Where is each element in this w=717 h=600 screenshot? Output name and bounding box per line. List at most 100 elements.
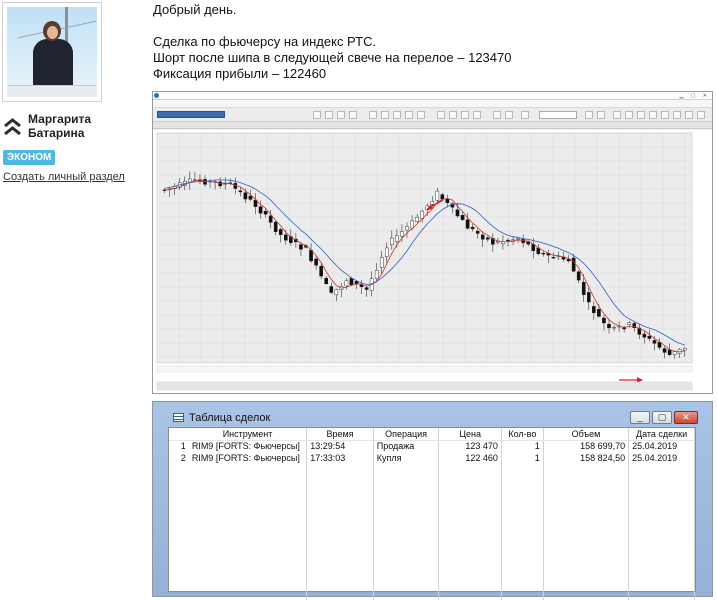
column-header-date[interactable]: Дата сделки: [628, 428, 695, 441]
chart-time-axis: [156, 381, 693, 391]
candle-body: [314, 258, 318, 266]
quik-tabs: [153, 122, 712, 129]
toolbar-button-icon: [417, 111, 425, 119]
candle-body: [440, 194, 445, 200]
toolbar-button-icon: [393, 111, 401, 119]
table-empty-space: [169, 464, 695, 600]
trades-window-titlebar[interactable]: Таблица сделок _ ▢ ✕: [158, 406, 707, 426]
candle-body: [435, 190, 440, 201]
post-line-2: Шорт после шипа в следующей свече на пер…: [153, 50, 512, 65]
toolbar-button-icon: [473, 111, 481, 119]
candle-body: [390, 237, 394, 245]
candle-body: [607, 323, 611, 329]
toolbar-button-icon: [613, 111, 621, 119]
column-header-volume[interactable]: Объем: [543, 428, 630, 441]
toolbar-button-icon: [461, 111, 469, 119]
candle-body: [218, 181, 222, 187]
toolbar-button-icon: [449, 111, 457, 119]
table-row[interactable]: 2 RIM9 [FORTS: Фьючерсы] 17:33:03 Купля …: [169, 452, 695, 464]
toolbar-button-icon: [685, 111, 693, 119]
candle-body: [647, 335, 652, 339]
candle-body: [248, 195, 253, 200]
candle-body: [571, 257, 576, 272]
cell-date: 25.04.2019: [628, 440, 695, 452]
quik-chart-screenshot[interactable]: ▁ ▢ ✕: [152, 91, 713, 394]
toolbar-button-icon: [325, 111, 333, 119]
toolbar-button-icon: [585, 111, 593, 119]
close-button[interactable]: ✕: [674, 411, 698, 424]
cell-time: 17:33:03: [306, 452, 374, 464]
column-header-qty[interactable]: Кол-во: [501, 428, 544, 441]
minimize-button[interactable]: _: [630, 411, 650, 424]
candle-body: [602, 317, 606, 324]
create-personal-section-link[interactable]: Создать личный раздел: [3, 171, 125, 183]
candle-body: [400, 231, 404, 237]
candle-body: [329, 286, 334, 293]
column-header-instrument[interactable]: Инструмент: [188, 428, 308, 441]
candle-body: [364, 287, 369, 290]
toolbar-button-icon: [661, 111, 669, 119]
toolbar-button-icon: [437, 111, 445, 119]
candle-body: [521, 239, 525, 244]
candle-body: [379, 257, 384, 268]
toolbar-button-icon: [313, 111, 321, 119]
candle-body: [299, 244, 303, 250]
trades-window[interactable]: Таблица сделок _ ▢ ✕ Инструмент Время Оп…: [152, 401, 713, 600]
column-header-price[interactable]: Цена: [438, 428, 502, 441]
column-header-num[interactable]: [169, 428, 189, 441]
price-chart[interactable]: [153, 130, 712, 393]
toolbar-button-icon: [493, 111, 501, 119]
candle-body: [642, 333, 647, 338]
toolbar-button-icon: [637, 111, 645, 119]
table-row[interactable]: 1 RIM9 [FORTS: Фьючерсы] 13:29:54 Продаж…: [169, 440, 695, 452]
rank-chevrons-icon: [4, 118, 21, 136]
candle-body: [597, 309, 601, 317]
candle-body: [344, 280, 349, 287]
cell-qty: 1: [501, 452, 544, 464]
candle-body: [541, 252, 546, 255]
cell-qty: 1: [501, 440, 544, 452]
quik-toolbar: [153, 108, 712, 122]
post-body: Добрый день. Сделка по фьючерсу на индек…: [153, 2, 511, 82]
candle-body: [410, 220, 414, 229]
cell-volume: 158 824,50: [543, 452, 630, 464]
author-avatar[interactable]: [7, 7, 97, 97]
column-header-operation[interactable]: Операция: [373, 428, 440, 441]
candle-body: [465, 219, 470, 229]
cell-operation: Купля: [373, 452, 440, 464]
cell-instrument: RIM9 [FORTS: Фьючерсы]: [188, 452, 308, 464]
candle-body: [480, 234, 485, 240]
quik-search-box: [539, 111, 577, 119]
candle-body: [652, 340, 657, 344]
toolbar-button-icon: [369, 111, 377, 119]
toolbar-button-icon: [405, 111, 413, 119]
cell-operation: Продажа: [373, 440, 440, 452]
cell-time: 13:29:54: [306, 440, 374, 452]
maximize-button[interactable]: ▢: [652, 411, 672, 424]
candle-body: [405, 226, 409, 231]
chart-plot-area: [156, 132, 693, 364]
column-header-time[interactable]: Время: [306, 428, 374, 441]
candle-body: [359, 284, 364, 287]
candle-body: [374, 270, 379, 279]
candle-body: [516, 238, 520, 240]
candle-body: [278, 229, 283, 235]
toolbar-button-icon: [349, 111, 357, 119]
trades-window-title: Таблица сделок: [189, 412, 271, 424]
author-avatar-frame[interactable]: [2, 2, 102, 102]
candle-body: [475, 230, 480, 234]
author-name[interactable]: Маргарита Батарина: [28, 112, 91, 140]
toolbar-button-icon: [505, 111, 513, 119]
table-icon: [173, 413, 184, 422]
candle-body: [263, 211, 268, 215]
candle-body: [223, 183, 227, 185]
toolbar-button-icon: [625, 111, 633, 119]
author-name-first: Маргарита: [28, 112, 92, 126]
candle-body: [662, 348, 667, 353]
candle-body: [455, 209, 460, 217]
table-header-row: Инструмент Время Операция Цена Кол-во Об…: [169, 428, 695, 441]
candle-body: [667, 349, 672, 355]
candle-body: [430, 201, 435, 205]
cell-instrument: RIM9 [FORTS: Фьючерсы]: [188, 440, 308, 452]
toolbar-button-icon: [649, 111, 657, 119]
